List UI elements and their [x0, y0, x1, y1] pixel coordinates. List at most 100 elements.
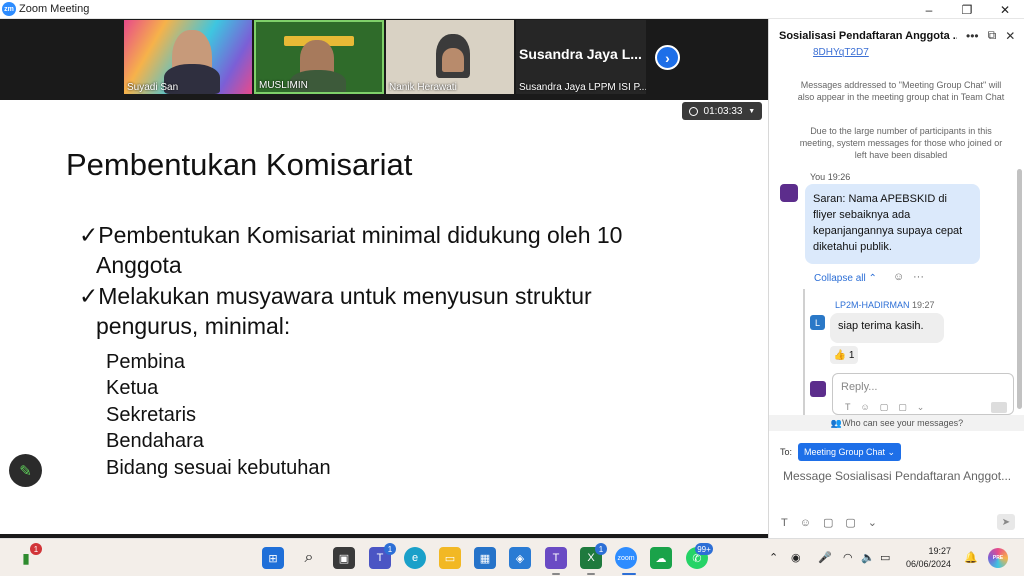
microphone-icon[interactable]: 🎤	[818, 551, 832, 564]
battery-icon[interactable]: ▭	[880, 551, 890, 564]
thread-line	[803, 289, 805, 417]
video-tile-active-speaker[interactable]: MUSLIMIN	[254, 20, 384, 94]
whatsapp-icon[interactable]: ✆ 99+	[686, 543, 713, 569]
emoji-react-icon[interactable]: ☺	[893, 271, 904, 283]
pre-label: PRE	[992, 555, 1004, 561]
more-icon[interactable]: ···	[913, 271, 924, 283]
active-indicator	[552, 573, 560, 575]
zoom-logo-icon: zm	[2, 2, 16, 16]
notification-badge: 1	[30, 543, 42, 555]
windows-taskbar: ▮ 1 ⊞ ⌕ ▣ T 1 e ▭ ▦ ◈ T X 1 zoom ☁ ✆ 99+…	[0, 538, 1024, 576]
video-gallery: Suyadi San MUSLIMIN Nanik Herawati Susan…	[0, 19, 768, 100]
message-input[interactable]: Message Sosialisasi Pendaftaran Anggot..…	[783, 469, 1015, 483]
annotate-pen-icon[interactable]: ✎	[9, 454, 42, 487]
timer-dropdown-icon: ▼	[748, 107, 756, 115]
edge-icon[interactable]: e	[404, 547, 426, 569]
reply-toolbar[interactable]: T☺▢▢⌄	[845, 402, 934, 413]
video-tile[interactable]: Suyadi San	[124, 20, 252, 94]
window-title: Zoom Meeting	[19, 3, 90, 15]
who-can-see-text: Who can see your messages?	[842, 418, 964, 428]
teams-work-icon[interactable]: T	[545, 547, 567, 569]
close-button[interactable]: ✕	[986, 0, 1024, 19]
task-view-icon[interactable]: ▣	[333, 547, 355, 569]
participant-name: Nanik Herawati	[389, 82, 457, 93]
slide-title: Pembentukan Komisariat	[66, 147, 413, 182]
thumbs-up-reaction[interactable]: 👍 1	[830, 346, 858, 364]
window-titlebar: zm Zoom Meeting – ❐ ✕	[0, 0, 1024, 19]
system-message: Due to the large number of participants …	[799, 126, 1003, 160]
search-icon[interactable]: ⌕	[298, 547, 320, 569]
system-clock[interactable]: 19:27 06/06/2024	[906, 545, 951, 571]
send-icon[interactable]: ➤	[997, 514, 1015, 530]
chat-title: Sosialisasi Pendaftaran Anggota ...	[779, 29, 957, 42]
message-time: 19:27	[912, 300, 935, 310]
video-tile[interactable]: Nanik Herawati	[386, 20, 514, 94]
file-explorer-icon[interactable]: ▭	[439, 547, 461, 569]
zoom-taskbar-icon[interactable]: zoom	[615, 547, 637, 569]
shared-slide: Pembentukan Komisariat ✓Pembentukan Komi…	[0, 100, 768, 534]
reply-send-icon[interactable]	[991, 402, 1007, 413]
message-sender: You 19:26	[810, 172, 850, 182]
notification-bell-icon[interactable]: 🔔	[964, 551, 978, 564]
collapse-all-link[interactable]: Collapse all ⌃	[814, 273, 877, 284]
bullet-line: ✓Melakukan musyawara untuk menyusun stru…	[79, 283, 592, 309]
avatar	[810, 381, 826, 397]
teams-icon[interactable]: T 1	[369, 543, 396, 569]
sender-name: You	[810, 172, 826, 182]
wifi-icon[interactable]: ◠	[843, 551, 853, 564]
role-item: Bidang sesuai kebutuhan	[106, 457, 331, 479]
participant-name: Suyadi San	[127, 82, 179, 93]
pop-out-icon[interactable]: ⧉	[988, 28, 997, 43]
volume-icon[interactable]: 🔈	[861, 551, 875, 564]
signal-icon[interactable]: ▮ 1	[15, 543, 42, 569]
recipient-dropdown[interactable]: Meeting Group Chat ⌄	[798, 443, 902, 461]
more-options-icon[interactable]: •••	[966, 29, 979, 43]
close-chat-icon[interactable]: ✕	[1005, 29, 1015, 43]
tray-app-icon[interactable]: ◉	[791, 551, 801, 564]
role-item: Sekretaris	[106, 404, 197, 426]
tray-chevron-icon[interactable]: ⌃	[769, 551, 778, 564]
active-indicator	[587, 573, 595, 575]
message-time: 19:26	[827, 172, 851, 182]
bullet-line: pengurus, minimal:	[96, 313, 291, 339]
reply-input[interactable]: Reply... T☺▢▢⌄	[832, 373, 1014, 415]
compose-toolbar[interactable]: T☺▢▢⌄	[781, 516, 889, 529]
restore-button[interactable]: ❐	[948, 0, 986, 19]
partial-link-text[interactable]: 8DHYqT2D7	[813, 47, 869, 58]
avatar: L	[810, 315, 825, 330]
gallery-next-icon[interactable]: ›	[655, 45, 680, 70]
app-icon[interactable]: ◈	[509, 547, 531, 569]
slide-bullet: ✓Melakukan musyawara untuk menyusun stru…	[79, 281, 679, 341]
minimize-button[interactable]: –	[910, 0, 948, 19]
chat-header: Sosialisasi Pendaftaran Anggota ... ••• …	[769, 19, 1024, 52]
excel-icon[interactable]: X 1	[580, 543, 607, 569]
bullet-line: ✓Pembentukan Komisariat minimal didukung…	[79, 222, 623, 248]
notification-badge: 1	[384, 543, 396, 555]
store-icon[interactable]: ▦	[474, 547, 496, 569]
participant-name: MUSLIMIN	[259, 80, 308, 91]
notification-badge: 99+	[695, 543, 713, 555]
role-item: Bendahara	[106, 430, 204, 452]
participant-face	[442, 48, 464, 72]
start-icon[interactable]: ⊞	[262, 547, 284, 569]
chat-scrollbar[interactable]	[1017, 169, 1022, 409]
window-controls: – ❐ ✕	[910, 0, 1024, 19]
collapse-label: Collapse all	[814, 273, 866, 284]
meeting-timer[interactable]: 01:03:33 ▼	[682, 102, 762, 120]
who-can-see-link[interactable]: 👥 Who can see your messages?	[769, 415, 1024, 431]
to-label: To:	[780, 447, 793, 457]
copilot-icon[interactable]: PRE	[988, 548, 1008, 568]
video-tile[interactable]: Susandra Jaya L... Susandra Jaya LPPM IS…	[516, 20, 646, 94]
reply-message-bubble[interactable]: siap terima kasih.	[830, 313, 944, 343]
chat-panel: Sosialisasi Pendaftaran Anggota ... ••• …	[768, 19, 1024, 538]
clock-date: 06/06/2024	[906, 559, 952, 569]
active-indicator	[622, 573, 636, 575]
reply-sender: LP2M-HADIRMAN 19:27	[835, 300, 935, 310]
avatar	[780, 184, 798, 202]
sender-name: LP2M-HADIRMAN	[835, 300, 910, 310]
clock-time: 19:27	[928, 546, 952, 556]
bullet-line: Anggota	[96, 252, 182, 278]
chat-message-bubble[interactable]: Saran: Nama APEBSKID di fliyer sebaiknya…	[805, 184, 980, 264]
cloud-upload-icon[interactable]: ☁	[650, 547, 672, 569]
system-message: Messages addressed to "Meeting Group Cha…	[797, 80, 1005, 102]
